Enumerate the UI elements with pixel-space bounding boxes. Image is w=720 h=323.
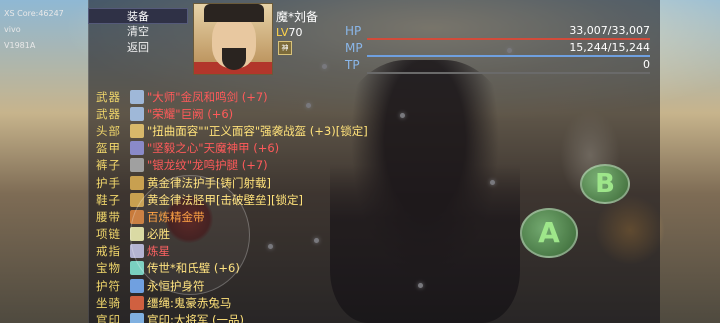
equipment-row[interactable]: 坐骑 缰绳:鬼豪赤兔马 bbox=[96, 294, 516, 311]
tp-label: TP bbox=[345, 58, 360, 72]
tp-value: 0 bbox=[643, 58, 650, 71]
mp-bar bbox=[367, 55, 650, 57]
equipment-row[interactable]: 官印 官印:大将军 (一品) bbox=[96, 311, 516, 323]
hp-label: HP bbox=[345, 24, 362, 38]
hp-bar bbox=[367, 38, 650, 40]
equipment-row[interactable]: 武器 "荣耀"巨阙 (+6) bbox=[96, 105, 516, 122]
b-button[interactable]: B bbox=[580, 164, 630, 204]
equipment-slot-label: 护符 bbox=[96, 278, 121, 293]
equipment-slot-label: 官印 bbox=[96, 313, 121, 323]
equipment-row[interactable]: 头部 "扭曲面容""正义面容"强袭战盔 (+3)[锁定] bbox=[96, 122, 516, 139]
side-menu: 装备 清空 返回 bbox=[88, 8, 188, 56]
equipment-slot-label: 裤子 bbox=[96, 158, 121, 173]
hp-value: 33,007/33,007 bbox=[569, 24, 650, 37]
equipment-row[interactable]: 武器 "大师"金凤和鸣剑 (+7) bbox=[96, 88, 516, 105]
equipment-slot-label: 武器 bbox=[96, 106, 121, 121]
mount-icon bbox=[130, 295, 144, 310]
hero-name: 魔*刘备 bbox=[276, 10, 319, 24]
equipment-slot-label: 鞋子 bbox=[96, 192, 121, 207]
equipment-item-name: "荣耀"巨阙 (+6) bbox=[147, 106, 234, 121]
hero-beard bbox=[222, 48, 246, 70]
device-model: V1981A bbox=[4, 41, 36, 50]
sword-icon bbox=[130, 106, 144, 121]
menu-back[interactable]: 返回 bbox=[88, 40, 188, 56]
hero-hat bbox=[204, 4, 264, 22]
equipment-item-name: 缰绳:鬼豪赤兔马 bbox=[147, 295, 232, 310]
hp-stat: HP 33,007/33,007 bbox=[345, 24, 650, 40]
tp-stat: TP 0 bbox=[345, 58, 650, 74]
sword-icon bbox=[130, 89, 144, 104]
a-button[interactable]: A bbox=[520, 208, 578, 258]
equipment-slot-label: 宝物 bbox=[96, 261, 121, 276]
equipment-slot-label: 坐骑 bbox=[96, 295, 121, 310]
virtual-joystick[interactable] bbox=[130, 175, 250, 295]
device-info: XS Core:46247 vivo V1981A bbox=[4, 6, 64, 54]
equipment-row[interactable]: 裤子 "银龙纹"龙鸣护腿 (+7) bbox=[96, 157, 516, 174]
core-info: XS Core:46247 bbox=[4, 9, 64, 18]
equipment-item-name: "坚毅之心"天魔神甲 (+6) bbox=[147, 141, 280, 156]
equipment-slot-label: 护手 bbox=[96, 175, 121, 190]
level-prefix: LV bbox=[276, 26, 289, 39]
equipment-item-name: 官印:大将军 (一品) bbox=[147, 313, 245, 323]
equipment-item-name: "大师"金凤和鸣剑 (+7) bbox=[147, 89, 268, 104]
tp-bar bbox=[367, 72, 650, 74]
equipment-row[interactable]: 盔甲 "坚毅之心"天魔神甲 (+6) bbox=[96, 140, 516, 157]
equipment-slot-label: 腰带 bbox=[96, 209, 121, 224]
menu-equip[interactable]: 装备 bbox=[88, 8, 188, 24]
equipment-slot-label: 戒指 bbox=[96, 244, 121, 259]
device-brand: vivo bbox=[4, 25, 21, 34]
equipment-item-name: "扭曲面容""正义面容"强袭战盔 (+3)[锁定] bbox=[147, 123, 368, 138]
pants-icon bbox=[130, 158, 144, 173]
equipment-slot-label: 盔甲 bbox=[96, 141, 121, 156]
hero-portrait bbox=[193, 3, 273, 75]
hero-level: LV70 bbox=[276, 26, 302, 39]
glove-icon bbox=[130, 175, 144, 190]
equipment-slot-label: 项链 bbox=[96, 227, 121, 242]
amulet-icon bbox=[130, 278, 144, 293]
equipment-item-name: "银龙纹"龙鸣护腿 (+7) bbox=[147, 158, 268, 173]
mp-stat: MP 15,244/15,244 bbox=[345, 41, 650, 57]
mp-label: MP bbox=[345, 41, 363, 55]
seal-icon bbox=[130, 313, 144, 323]
armor-icon bbox=[130, 141, 144, 156]
menu-clear[interactable]: 清空 bbox=[88, 24, 188, 40]
class-badge: 神 bbox=[278, 41, 292, 55]
helmet-icon bbox=[130, 123, 144, 138]
equipment-slot-label: 头部 bbox=[96, 123, 121, 138]
level-value: 70 bbox=[288, 26, 303, 39]
equipment-slot-label: 武器 bbox=[96, 89, 121, 104]
mp-value: 15,244/15,244 bbox=[569, 41, 650, 54]
